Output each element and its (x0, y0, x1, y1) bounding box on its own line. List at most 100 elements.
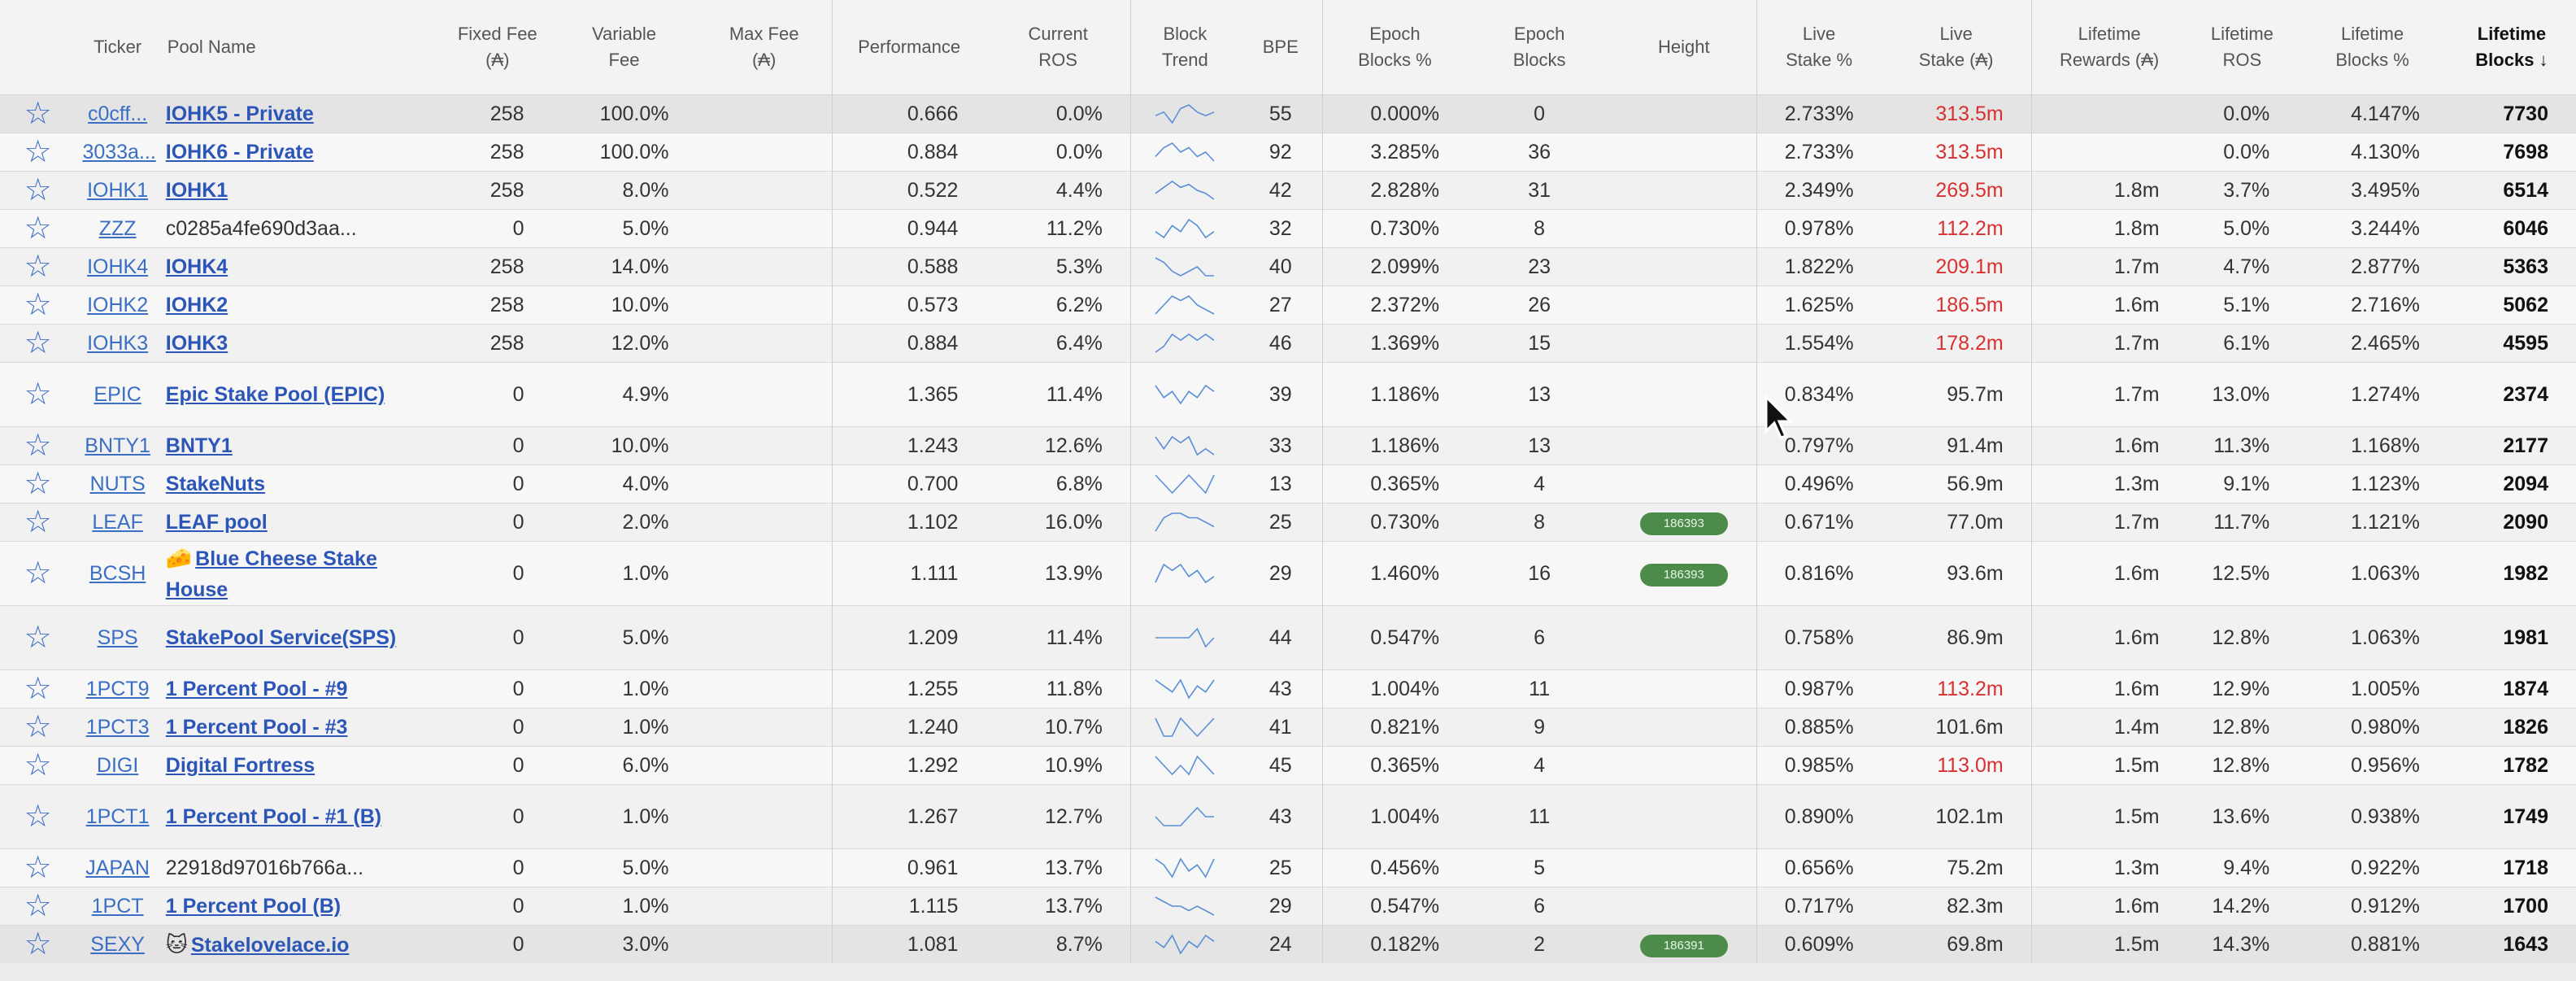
star-icon[interactable]: ☆ (24, 927, 52, 961)
pool-name-link[interactable]: Epic Stake Pool (EPIC) (166, 383, 385, 406)
star-icon[interactable]: ☆ (24, 556, 52, 591)
star-icon[interactable]: ☆ (24, 326, 52, 360)
performance-cell: 1.102 (831, 503, 986, 542)
header-pool-name[interactable]: Pool Name (159, 0, 444, 95)
performance-cell: 1.115 (831, 887, 986, 926)
performance-cell: 0.666 (831, 94, 986, 133)
header-lifetime-rewards[interactable]: Lifetime Rewards (₳) (2030, 0, 2187, 95)
star-icon[interactable]: ☆ (24, 889, 52, 923)
header-live-stake[interactable]: Live Stake (₳) (1881, 0, 2032, 95)
ticker-link[interactable]: DIGI (82, 754, 152, 778)
header-variable-fee[interactable]: Variable Fee (551, 0, 697, 95)
header-live-stake-pct[interactable]: Live Stake % (1756, 0, 1882, 95)
variable-fee-cell: 100.0% (599, 140, 669, 164)
ticker-link[interactable]: IOHK1 (82, 179, 152, 203)
table-row: ☆ IOHK1 IOHK1 258 8.0% 0.522 4.4% 42 2.8… (0, 171, 2576, 210)
pool-name-link[interactable]: 1 Percent Pool - #9 (166, 678, 348, 700)
star-icon[interactable]: ☆ (24, 800, 52, 834)
ticker-link[interactable]: LEAF (82, 511, 152, 534)
star-icon[interactable]: ☆ (24, 851, 52, 885)
favorite-star-cell: ☆ (0, 542, 76, 606)
ticker-link[interactable]: SEXY (82, 933, 152, 957)
star-icon[interactable]: ☆ (24, 429, 52, 463)
live-stake-pct-cell: 2.349% (1756, 171, 1882, 210)
ticker-link[interactable]: 1PCT9 (82, 678, 152, 701)
pool-name-link[interactable]: Blue Cheese Stake House (166, 547, 377, 601)
pool-name-link[interactable]: IOHK6 - Private (166, 141, 314, 164)
ticker-link[interactable]: IOHK4 (82, 255, 152, 279)
pool-name-link[interactable]: 1 Percent Pool - #3 (166, 716, 348, 739)
header-block-trend[interactable]: Block Trend (1129, 0, 1239, 95)
lifetime-blocks-cell: 5062 (2503, 293, 2548, 316)
lifetime-ros-cell: 11.3% (2213, 434, 2270, 457)
header-lifetime-blocks-pct[interactable]: Lifetime Blocks % (2297, 0, 2448, 95)
ticker-link[interactable]: 1PCT3 (82, 716, 152, 739)
ticker-link[interactable]: 1PCT1 (82, 805, 152, 829)
pool-name-link[interactable]: IOHK2 (166, 294, 228, 316)
star-icon[interactable]: ☆ (24, 97, 52, 131)
block-trend-cell (1129, 247, 1239, 286)
variable-fee-cell: 8.0% (622, 178, 669, 202)
header-fixed-fee[interactable]: Fixed Fee (₳) (443, 0, 552, 95)
header-epoch-blocks[interactable]: Epoch Blocks (1467, 0, 1612, 95)
ticker-link[interactable]: EPIC (82, 383, 152, 407)
pool-name-cell: 1 Percent Pool - #1 (B) (159, 785, 443, 849)
pool-name-link[interactable]: StakePool Service(SPS) (166, 626, 396, 649)
star-icon[interactable]: ☆ (24, 710, 52, 744)
ticker-link[interactable]: SPS (82, 626, 152, 650)
header-max-fee[interactable]: Max Fee (₳) (696, 0, 833, 95)
pool-name-link[interactable]: 1 Percent Pool - #1 (B) (166, 805, 381, 828)
bpe-cell: 25 (1268, 856, 1292, 879)
star-icon[interactable]: ☆ (24, 467, 52, 501)
ticker-link[interactable]: 3033a... (82, 141, 155, 164)
pool-name-link[interactable]: IOHK4 (166, 255, 228, 278)
ticker-link[interactable]: JAPAN (82, 857, 152, 880)
pool-name-link[interactable]: LEAF pool (166, 511, 268, 534)
ticker-link[interactable]: BNTY1 (82, 434, 152, 458)
star-icon[interactable]: ☆ (24, 672, 52, 706)
pool-name-link[interactable]: Stakelovelace.io (191, 934, 350, 957)
ticker-link[interactable]: 1PCT (82, 895, 152, 918)
ticker-link[interactable]: c0cff... (82, 102, 152, 126)
star-icon[interactable]: ☆ (24, 505, 52, 539)
ticker-link[interactable]: NUTS (82, 473, 152, 496)
lifetime-rewards-cell: 1.6m (2030, 426, 2187, 465)
ticker-link[interactable]: IOHK3 (82, 332, 152, 355)
performance-cell: 1.111 (831, 541, 986, 606)
pool-name-link[interactable]: 1 Percent Pool (B) (166, 895, 341, 918)
header-height[interactable]: Height (1612, 0, 1757, 95)
star-icon[interactable]: ☆ (24, 250, 52, 284)
live-stake-pct-cell: 0.985% (1756, 746, 1882, 785)
ticker-cell: 1PCT1 (76, 785, 159, 849)
header-bpe[interactable]: BPE (1238, 0, 1323, 95)
pool-name-link[interactable]: IOHK3 (166, 332, 228, 355)
header-current-ros[interactable]: Current ROS (986, 0, 1131, 95)
star-icon[interactable]: ☆ (24, 377, 52, 412)
pool-name-link[interactable]: IOHK1 (166, 179, 228, 202)
pool-name-link[interactable]: Digital Fortress (166, 754, 315, 777)
star-icon[interactable]: ☆ (24, 621, 52, 655)
lifetime-rewards-cell: 1.3m (2030, 848, 2187, 887)
star-icon[interactable]: ☆ (24, 211, 52, 246)
block-trend-cell (1129, 708, 1239, 747)
pool-name-link[interactable]: IOHK5 - Private (166, 102, 314, 125)
header-epoch-blocks-pct[interactable]: Epoch Blocks % (1321, 0, 1468, 95)
pool-name-link[interactable]: StakeNuts (166, 473, 265, 495)
ticker-link[interactable]: BCSH (82, 562, 152, 586)
header-performance[interactable]: Performance (831, 0, 986, 95)
ticker-link[interactable]: IOHK2 (82, 294, 152, 317)
star-icon[interactable]: ☆ (24, 288, 52, 322)
star-icon[interactable]: ☆ (24, 135, 52, 169)
pool-name-cell: 🧀 Blue Cheese Stake House (159, 542, 443, 606)
star-icon[interactable]: ☆ (24, 748, 52, 783)
current-ros-cell: 4.4% (1055, 178, 1103, 202)
pool-name-link[interactable]: BNTY1 (166, 434, 233, 457)
header-ticker[interactable]: Ticker (76, 0, 159, 95)
header-lifetime-blocks[interactable]: Lifetime Blocks ↓ (2447, 0, 2576, 95)
sparkline-line (1155, 755, 1215, 776)
header-lifetime-ros[interactable]: Lifetime ROS (2187, 0, 2298, 95)
favorite-star-cell: ☆ (0, 172, 76, 210)
star-icon[interactable]: ☆ (24, 173, 52, 207)
ticker-link[interactable]: ZZZ (82, 217, 152, 241)
ticker-cell: IOHK2 (76, 286, 159, 325)
